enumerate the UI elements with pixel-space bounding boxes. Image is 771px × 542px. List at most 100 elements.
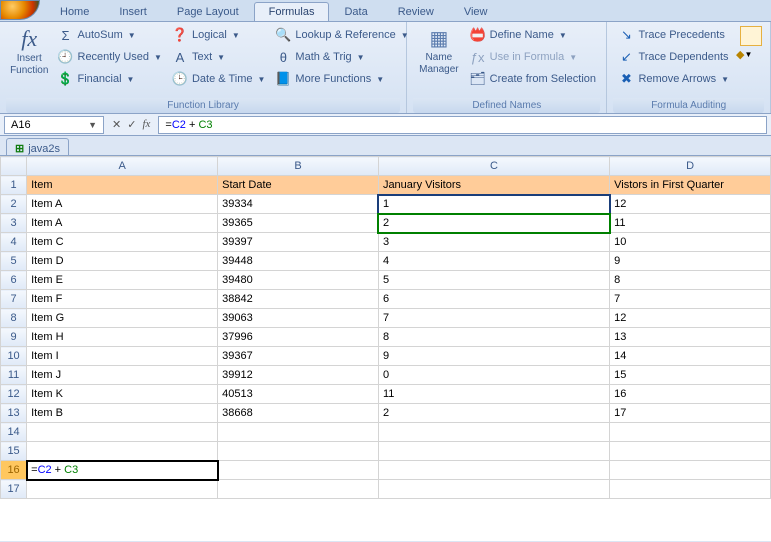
spreadsheet-grid[interactable]: ABCD1ItemStart DateJanuary VisitorsVisto… — [0, 155, 771, 541]
column-header-C[interactable]: C — [378, 157, 609, 176]
cell-A11[interactable]: Item J — [27, 366, 218, 385]
cell-D8[interactable]: 12 — [610, 309, 771, 328]
cell-B15[interactable] — [218, 442, 379, 461]
cell-D10[interactable]: 14 — [610, 347, 771, 366]
name-box[interactable]: A16▼ — [4, 116, 104, 134]
cell-A13[interactable]: Item B — [27, 404, 218, 423]
cell-B12[interactable]: 40513 — [218, 385, 379, 404]
cell-C17[interactable] — [378, 480, 609, 499]
cell-A15[interactable] — [27, 442, 218, 461]
trace-precedents-button[interactable]: ↘Trace Precedents — [613, 24, 734, 46]
cell-B17[interactable] — [218, 480, 379, 499]
cell-B13[interactable]: 38668 — [218, 404, 379, 423]
cell-C2[interactable]: 1 — [378, 195, 609, 214]
cell-C15[interactable] — [378, 442, 609, 461]
cell-C12[interactable]: 11 — [378, 385, 609, 404]
tab-review[interactable]: Review — [383, 2, 449, 21]
cell-B8[interactable]: 39063 — [218, 309, 379, 328]
cell-A3[interactable]: Item A — [27, 214, 218, 233]
column-header-D[interactable]: D — [610, 157, 771, 176]
cell-D3[interactable]: 11 — [610, 214, 771, 233]
select-all-cell[interactable] — [1, 157, 27, 176]
more-functions-button[interactable]: 📘More Functions▼ — [270, 68, 413, 90]
formula-input[interactable]: =C2 + C3 — [158, 116, 767, 134]
cell-B14[interactable] — [218, 423, 379, 442]
row-header-2[interactable]: 2 — [1, 195, 27, 214]
tab-page-layout[interactable]: Page Layout — [162, 2, 254, 21]
cell-D12[interactable]: 16 — [610, 385, 771, 404]
autosum-button[interactable]: ΣAutoSum▼ — [53, 24, 167, 46]
cell-B5[interactable]: 39448 — [218, 252, 379, 271]
column-header-B[interactable]: B — [218, 157, 379, 176]
name-manager-button[interactable]: ▦ Name Manager — [413, 24, 464, 77]
cell-B16[interactable] — [218, 461, 379, 480]
define-name-button[interactable]: 📛Define Name▼ — [465, 24, 601, 46]
cell-D5[interactable]: 9 — [610, 252, 771, 271]
logical-button[interactable]: ❓Logical▼ — [167, 24, 270, 46]
cell-D9[interactable]: 13 — [610, 328, 771, 347]
row-header-11[interactable]: 11 — [1, 366, 27, 385]
create-from-selection-button[interactable]: 🗂Create from Selection — [465, 68, 601, 90]
row-header-3[interactable]: 3 — [1, 214, 27, 233]
row-header-15[interactable]: 15 — [1, 442, 27, 461]
cell-C10[interactable]: 9 — [378, 347, 609, 366]
row-header-12[interactable]: 12 — [1, 385, 27, 404]
cell-B7[interactable]: 38842 — [218, 290, 379, 309]
cell-C1[interactable]: January Visitors — [378, 176, 609, 195]
row-header-7[interactable]: 7 — [1, 290, 27, 309]
row-header-8[interactable]: 8 — [1, 309, 27, 328]
cell-A10[interactable]: Item I — [27, 347, 218, 366]
row-header-6[interactable]: 6 — [1, 271, 27, 290]
cell-C4[interactable]: 3 — [378, 233, 609, 252]
cell-A6[interactable]: Item E — [27, 271, 218, 290]
column-header-A[interactable]: A — [27, 157, 218, 176]
text-button[interactable]: AText▼ — [167, 46, 270, 68]
cell-D15[interactable] — [610, 442, 771, 461]
tab-home[interactable]: Home — [45, 2, 104, 21]
tab-insert[interactable]: Insert — [104, 2, 162, 21]
row-header-1[interactable]: 1 — [1, 176, 27, 195]
tab-data[interactable]: Data — [329, 2, 382, 21]
cell-B10[interactable]: 39367 — [218, 347, 379, 366]
remove-arrows-button[interactable]: ✖Remove Arrows▼ — [613, 68, 734, 90]
row-header-5[interactable]: 5 — [1, 252, 27, 271]
cell-D13[interactable]: 17 — [610, 404, 771, 423]
recently-used-button[interactable]: 🕘Recently Used▼ — [53, 46, 167, 68]
cancel-icon[interactable]: ✕ — [112, 118, 121, 131]
insert-function-button[interactable]: fx Insert Function — [6, 24, 53, 92]
cell-C6[interactable]: 5 — [378, 271, 609, 290]
show-formulas-button[interactable] — [740, 26, 762, 46]
financial-button[interactable]: 💲Financial▼ — [53, 68, 167, 90]
lookup-reference-button[interactable]: 🔍Lookup & Reference▼ — [270, 24, 413, 46]
workbook-tab[interactable]: ⊞java2s — [6, 138, 69, 155]
cell-C9[interactable]: 8 — [378, 328, 609, 347]
cell-A4[interactable]: Item C — [27, 233, 218, 252]
row-header-16[interactable]: 16 — [1, 461, 27, 480]
cell-A1[interactable]: Item — [27, 176, 218, 195]
row-header-13[interactable]: 13 — [1, 404, 27, 423]
cell-D7[interactable]: 7 — [610, 290, 771, 309]
cell-A9[interactable]: Item H — [27, 328, 218, 347]
cell-C16[interactable] — [378, 461, 609, 480]
use-in-formula-button[interactable]: ƒxUse in Formula▼ — [465, 46, 601, 68]
cell-A12[interactable]: Item K — [27, 385, 218, 404]
trace-dependents-button[interactable]: ↙Trace Dependents — [613, 46, 734, 68]
math-trig-button[interactable]: θMath & Trig▼ — [270, 46, 413, 68]
cell-B6[interactable]: 39480 — [218, 271, 379, 290]
cell-D17[interactable] — [610, 480, 771, 499]
cell-B4[interactable]: 39397 — [218, 233, 379, 252]
row-header-14[interactable]: 14 — [1, 423, 27, 442]
cell-B9[interactable]: 37996 — [218, 328, 379, 347]
cell-D6[interactable]: 8 — [610, 271, 771, 290]
row-header-17[interactable]: 17 — [1, 480, 27, 499]
cell-D2[interactable]: 12 — [610, 195, 771, 214]
cell-A2[interactable]: Item A — [27, 195, 218, 214]
fx-icon[interactable]: fx — [142, 118, 150, 131]
cell-A7[interactable]: Item F — [27, 290, 218, 309]
tab-formulas[interactable]: Formulas — [254, 2, 330, 21]
cell-A17[interactable] — [27, 480, 218, 499]
cell-B1[interactable]: Start Date — [218, 176, 379, 195]
cell-C8[interactable]: 7 — [378, 309, 609, 328]
cell-C13[interactable]: 2 — [378, 404, 609, 423]
row-header-4[interactable]: 4 — [1, 233, 27, 252]
